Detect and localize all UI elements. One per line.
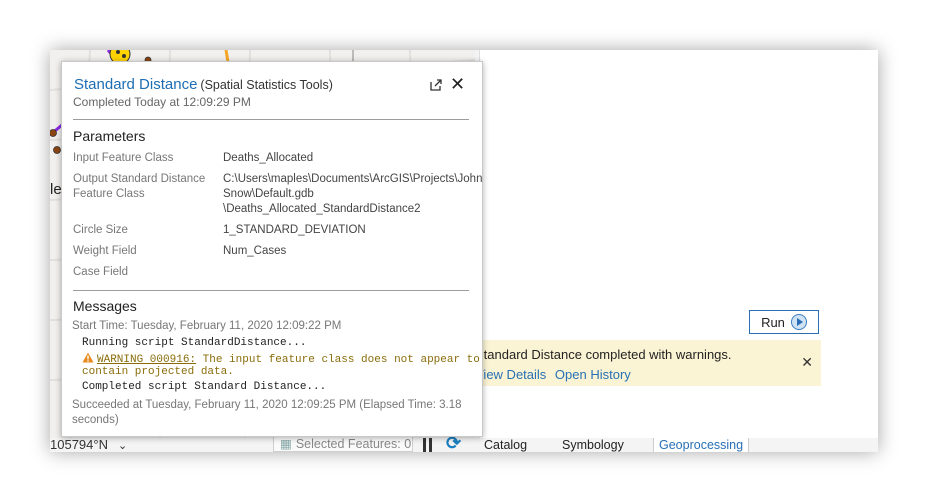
- param-value: C:\Users\maples\Documents\ArcGIS\Project…: [223, 173, 483, 215]
- coordinate-readout[interactable]: 105794°N ⌄: [50, 438, 275, 452]
- close-icon[interactable]: ✕: [450, 75, 465, 93]
- toolbox-name: (Spatial Statistics Tools): [200, 78, 333, 92]
- warning-code-link[interactable]: WARNING 000916:: [97, 354, 196, 366]
- view-details-link[interactable]: View Details: [475, 367, 546, 382]
- message-line: Running script StandardDistance...: [82, 337, 307, 349]
- tab-catalog[interactable]: Catalog: [479, 438, 532, 452]
- warning-banner: Standard Distance completed with warning…: [434, 340, 821, 386]
- selection-icon: ▦: [280, 437, 292, 451]
- param-label: Case Field: [73, 266, 128, 278]
- param-label: Output Standard Distance Feature Class: [73, 173, 206, 200]
- banner-links: View Details Open History: [475, 367, 636, 382]
- warning-message-line: WARNING 000916: The input feature class …: [82, 352, 480, 366]
- pane-tabs: Catalog Symbology Geoprocessing: [475, 438, 878, 452]
- warning-message-line-2: contain projected data.: [82, 366, 234, 378]
- param-label: Input Feature Class: [73, 152, 174, 164]
- warning-text: The input feature class does not appear …: [196, 354, 480, 366]
- warning-message: Standard Distance completed with warning…: [475, 347, 732, 362]
- succeeded-time: Succeeded at Tuesday, February 11, 2020 …: [72, 399, 462, 426]
- tab-geoprocessing[interactable]: Geoprocessing: [653, 438, 750, 452]
- popup-title-row: Standard Distance (Spatial Statistics Too…: [74, 76, 333, 93]
- close-icon[interactable]: ✕: [801, 354, 813, 371]
- divider: [73, 290, 469, 291]
- message-line: Completed script Standard Distance...: [82, 381, 327, 393]
- chevron-down-icon[interactable]: ⌄: [118, 440, 127, 452]
- run-button[interactable]: Run: [749, 310, 819, 334]
- tool-name-link[interactable]: Standard Distance: [74, 76, 197, 93]
- param-value: 1_STANDARD_DEVIATION: [223, 224, 366, 236]
- param-label: Circle Size: [73, 224, 128, 236]
- open-history-link[interactable]: Open History: [555, 367, 631, 382]
- divider: [73, 119, 469, 120]
- param-value: Num_Cases: [223, 245, 287, 257]
- param-value: Deaths_Allocated: [223, 152, 314, 164]
- selected-features-label: Selected Features: 0: [295, 437, 412, 451]
- pause-icon[interactable]: [422, 438, 434, 452]
- messages-heading: Messages: [73, 298, 137, 314]
- parameters-heading: Parameters: [73, 128, 146, 144]
- start-time: Start Time: Tuesday, February 11, 2020 1…: [72, 320, 342, 332]
- selected-features-indicator[interactable]: ▦ Selected Features: 0: [273, 436, 413, 452]
- tool-details-popup: Standard Distance (Spatial Statistics Too…: [61, 61, 483, 437]
- warning-icon: [82, 352, 94, 363]
- map-label: le: [50, 181, 62, 198]
- coordinate-value: 105794°N: [50, 437, 108, 452]
- open-in-pane-icon[interactable]: [429, 78, 443, 92]
- completed-time: Completed Today at 12:09:29 PM: [73, 95, 251, 109]
- run-label: Run: [761, 314, 785, 330]
- tab-symbology[interactable]: Symbology: [557, 438, 629, 452]
- param-label: Weight Field: [73, 245, 137, 257]
- play-icon: [790, 314, 807, 330]
